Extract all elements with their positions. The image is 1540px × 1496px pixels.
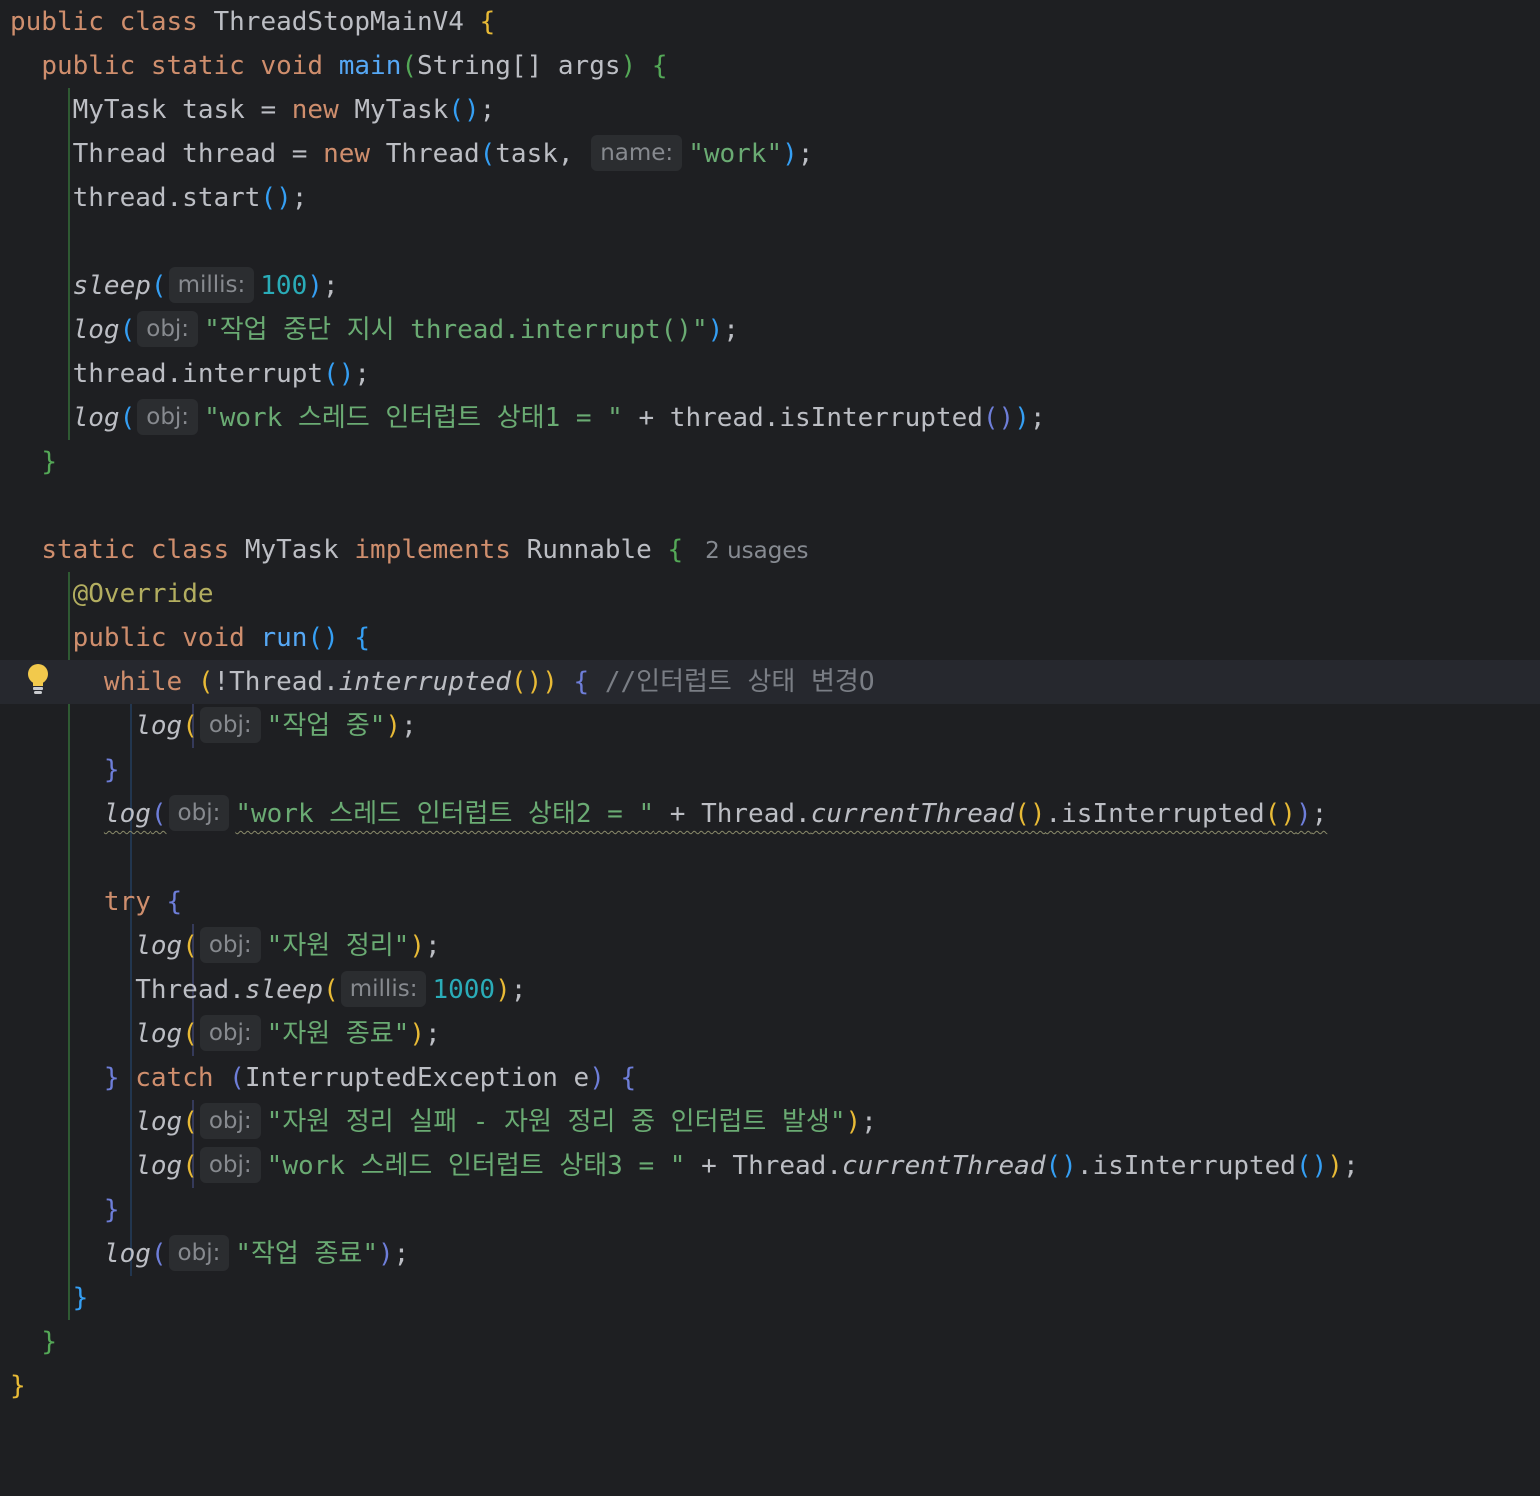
- parameter-hint: obj:: [137, 399, 199, 435]
- code-line[interactable]: Thread thread = new Thread(task, name: "w…: [0, 132, 1540, 176]
- code-editor[interactable]: public class ThreadStopMainV4 { public s…: [0, 0, 1540, 1432]
- string-literal: "작업 중": [266, 711, 386, 741]
- code-line[interactable]: sleep(millis: 100);: [0, 264, 1540, 308]
- lightbulb-icon[interactable]: [26, 663, 50, 697]
- code-line[interactable]: } catch (InterruptedException e) {: [0, 1056, 1540, 1100]
- code-line-warning[interactable]: log(obj: "work 스레드 인터럽트 상태2 = " + Thread.…: [0, 792, 1540, 836]
- string-literal: "work": [688, 139, 783, 169]
- code-line[interactable]: }: [0, 1364, 1540, 1408]
- code-line[interactable]: public static void main(String[] args) {: [0, 44, 1540, 88]
- code-line[interactable]: try {: [0, 880, 1540, 924]
- parameter-hint: obj:: [137, 311, 199, 347]
- code-line[interactable]: public void run() {: [0, 616, 1540, 660]
- code-line[interactable]: log(obj: "작업 중단 지시 thread.interrupt()");: [0, 308, 1540, 352]
- usages-hint[interactable]: 2 usages: [705, 538, 808, 564]
- string-literal: "작업 중단 지시 thread.interrupt()": [204, 315, 708, 345]
- code-line[interactable]: public class ThreadStopMainV4 {: [0, 0, 1540, 44]
- parameter-hint: obj:: [199, 1103, 261, 1139]
- number-literal: 1000: [432, 975, 496, 1005]
- code-line[interactable]: static class MyTask implements Runnable …: [0, 528, 1540, 572]
- string-literal: "work 스레드 인터럽트 상태2 = ": [235, 799, 655, 829]
- code-line[interactable]: thread.interrupt();: [0, 352, 1540, 396]
- parameter-hint: obj:: [199, 927, 261, 963]
- parameter-hint: obj:: [168, 795, 230, 831]
- parameter-hint: obj:: [199, 1015, 261, 1051]
- code-line[interactable]: MyTask task = new MyTask();: [0, 88, 1540, 132]
- parameter-hint: obj:: [199, 707, 261, 743]
- number-literal: 100: [260, 271, 308, 301]
- parameter-hint: millis:: [168, 267, 255, 303]
- code-line[interactable]: Thread.sleep(millis: 1000);: [0, 968, 1540, 1012]
- code-line[interactable]: @Override: [0, 572, 1540, 616]
- code-line[interactable]: log(obj: "작업 중");: [0, 704, 1540, 748]
- code-line[interactable]: log(obj: "work 스레드 인터럽트 상태3 = " + Thread.…: [0, 1144, 1540, 1188]
- code-line[interactable]: }: [0, 1276, 1540, 1320]
- code-line[interactable]: thread.start();: [0, 176, 1540, 220]
- code-line[interactable]: log(obj: "작업 종료");: [0, 1232, 1540, 1276]
- string-literal: "work 스레드 인터럽트 상태1 = ": [204, 403, 623, 433]
- parameter-hint: obj:: [199, 1147, 261, 1183]
- current-code-line[interactable]: while (!Thread.interrupted()) { //인터럽트 상…: [0, 660, 1540, 704]
- string-literal: "자원 정리": [266, 931, 410, 961]
- code-line[interactable]: log(obj: "자원 정리 실패 - 자원 정리 중 인터럽트 발생");: [0, 1100, 1540, 1144]
- string-literal: "자원 종료": [266, 1019, 410, 1049]
- code-line[interactable]: log(obj: "자원 정리");: [0, 924, 1540, 968]
- string-literal: "work 스레드 인터럽트 상태3 = ": [266, 1151, 686, 1181]
- code-line[interactable]: }: [0, 440, 1540, 484]
- code-line[interactable]: }: [0, 1320, 1540, 1364]
- parameter-hint: name:: [591, 135, 683, 171]
- code-line[interactable]: log(obj: "자원 종료");: [0, 1012, 1540, 1056]
- string-literal: "작업 종료": [235, 1239, 378, 1269]
- code-line[interactable]: }: [0, 748, 1540, 792]
- class-name: ThreadStopMainV4: [213, 7, 464, 37]
- code-line[interactable]: log(obj: "work 스레드 인터럽트 상태1 = " + thread.…: [0, 396, 1540, 440]
- parameter-hint: millis:: [340, 971, 427, 1007]
- code-line[interactable]: }: [0, 1188, 1540, 1232]
- string-literal: "자원 정리 실패 - 자원 정리 중 인터럽트 발생": [266, 1107, 846, 1137]
- code-comment: //인터럽트 상태 변경O: [604, 667, 875, 697]
- parameter-hint: obj:: [168, 1235, 230, 1271]
